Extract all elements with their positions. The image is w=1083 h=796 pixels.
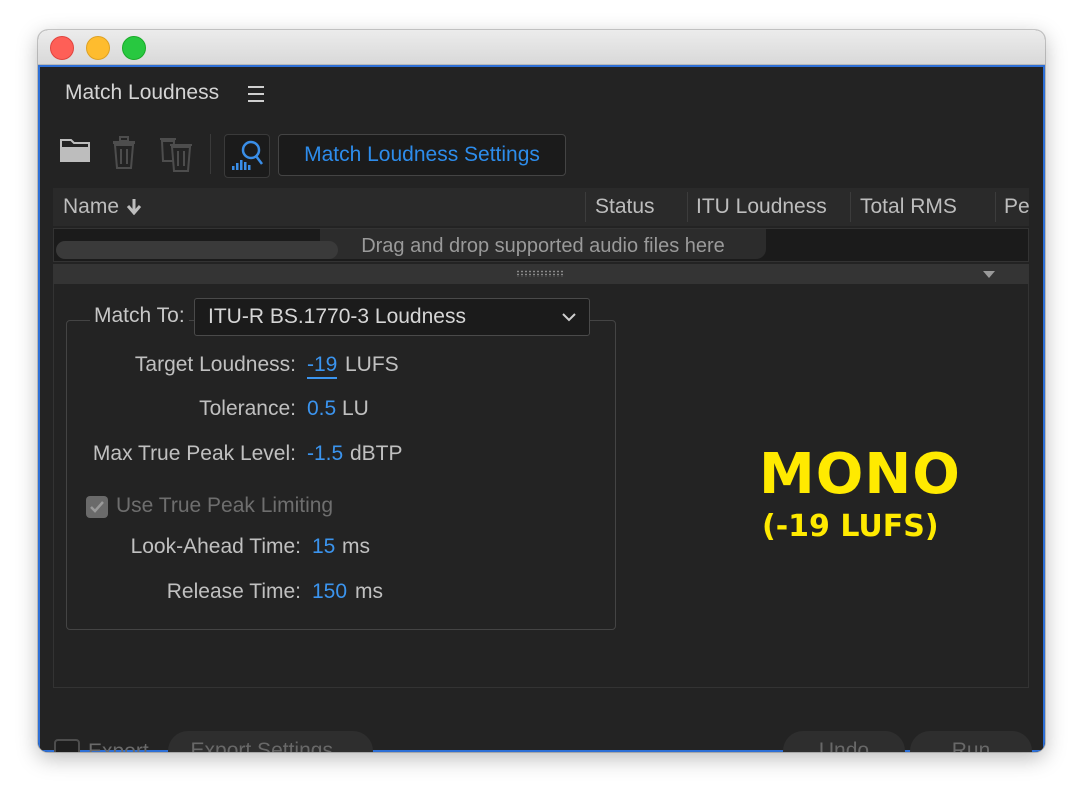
release-label: Release Time: <box>166 580 301 603</box>
delete-all-icon[interactable] <box>158 135 194 178</box>
target-loudness-value[interactable]: -19 <box>307 353 338 379</box>
release-value[interactable]: 150 <box>312 580 347 604</box>
column-divider[interactable] <box>850 192 851 222</box>
open-folder-icon[interactable] <box>60 135 92 170</box>
use-true-peak-limiting-checkbox[interactable] <box>86 496 108 518</box>
undo-button[interactable]: Undo <box>783 731 905 752</box>
column-divider[interactable] <box>585 192 586 222</box>
column-divider[interactable] <box>995 192 996 222</box>
match-loudness-settings-button[interactable]: Match Loudness Settings <box>278 134 566 176</box>
target-loudness-label: Target Loudness: <box>134 353 296 376</box>
max-true-peak-unit: dBTP <box>350 442 403 465</box>
run-button[interactable]: Run <box>910 731 1032 752</box>
look-ahead-unit: ms <box>342 535 370 558</box>
panel-menu-icon[interactable] <box>248 86 264 107</box>
sort-descending-icon <box>126 199 142 216</box>
column-divider[interactable] <box>687 192 688 222</box>
tolerance-value[interactable]: 0.5 <box>307 397 336 421</box>
scan-loudness-icon <box>232 140 263 170</box>
checkmark-icon <box>90 501 104 513</box>
title-bar <box>38 30 1045 65</box>
column-total-rms[interactable]: Total RMS <box>860 188 957 226</box>
panel-splitter[interactable] <box>53 264 1029 284</box>
column-status[interactable]: Status <box>595 188 655 226</box>
overlay-title: MONO <box>759 442 961 507</box>
target-loudness-unit: LUFS <box>345 353 399 376</box>
max-true-peak-value[interactable]: -1.5 <box>307 442 343 466</box>
column-itu-loudness[interactable]: ITU Loudness <box>696 188 827 226</box>
minimize-window-button[interactable] <box>86 36 110 60</box>
tolerance-unit: LU <box>342 397 369 420</box>
export-label: Export <box>88 740 149 752</box>
match-to-value: ITU-R BS.1770-3 Loudness <box>208 305 466 328</box>
tolerance-label: Tolerance: <box>199 397 296 420</box>
collapse-triangle-icon[interactable] <box>983 271 995 278</box>
column-name-label: Name <box>63 195 120 218</box>
column-name[interactable]: Name <box>63 188 143 226</box>
max-true-peak-label: Max True Peak Level: <box>92 442 296 465</box>
export-settings-button[interactable]: Export Settings... <box>168 731 373 752</box>
scan-loudness-button[interactable] <box>224 134 270 178</box>
look-ahead-label: Look-Ahead Time: <box>130 535 301 558</box>
toolbar-separator <box>210 134 211 174</box>
match-loudness-panel: Match Loudness Match Loudness Settings N… <box>38 65 1045 752</box>
splitter-grip[interactable] <box>516 270 564 277</box>
match-to-label: Match To: <box>90 304 189 328</box>
delete-icon[interactable] <box>110 135 138 176</box>
use-true-peak-limiting-label: Use True Peak Limiting <box>116 494 334 517</box>
close-window-button[interactable] <box>50 36 74 60</box>
look-ahead-value[interactable]: 15 <box>312 535 335 559</box>
file-table-header: Name Status ITU Loudness Total RMS Pe <box>53 188 1030 226</box>
match-to-dropdown[interactable]: ITU-R BS.1770-3 Loudness <box>194 298 590 336</box>
settings-area: Match To: ITU-R BS.1770-3 Loudness Targe… <box>53 284 1029 688</box>
horizontal-scrollbar[interactable] <box>56 241 338 259</box>
file-list[interactable]: Drag and drop supported audio files here <box>53 228 1029 262</box>
release-unit: ms <box>355 580 383 603</box>
zoom-window-button[interactable] <box>122 36 146 60</box>
overlay-subtitle: (-19 LUFS) <box>762 509 939 544</box>
app-window: Match Loudness Match Loudness Settings N… <box>38 30 1045 752</box>
export-checkbox[interactable] <box>54 739 80 752</box>
column-peak[interactable]: Pe <box>1004 188 1030 226</box>
panel-title: Match Loudness <box>65 81 220 104</box>
drop-hint: Drag and drop supported audio files here <box>320 229 766 259</box>
chevron-down-icon <box>562 313 576 322</box>
